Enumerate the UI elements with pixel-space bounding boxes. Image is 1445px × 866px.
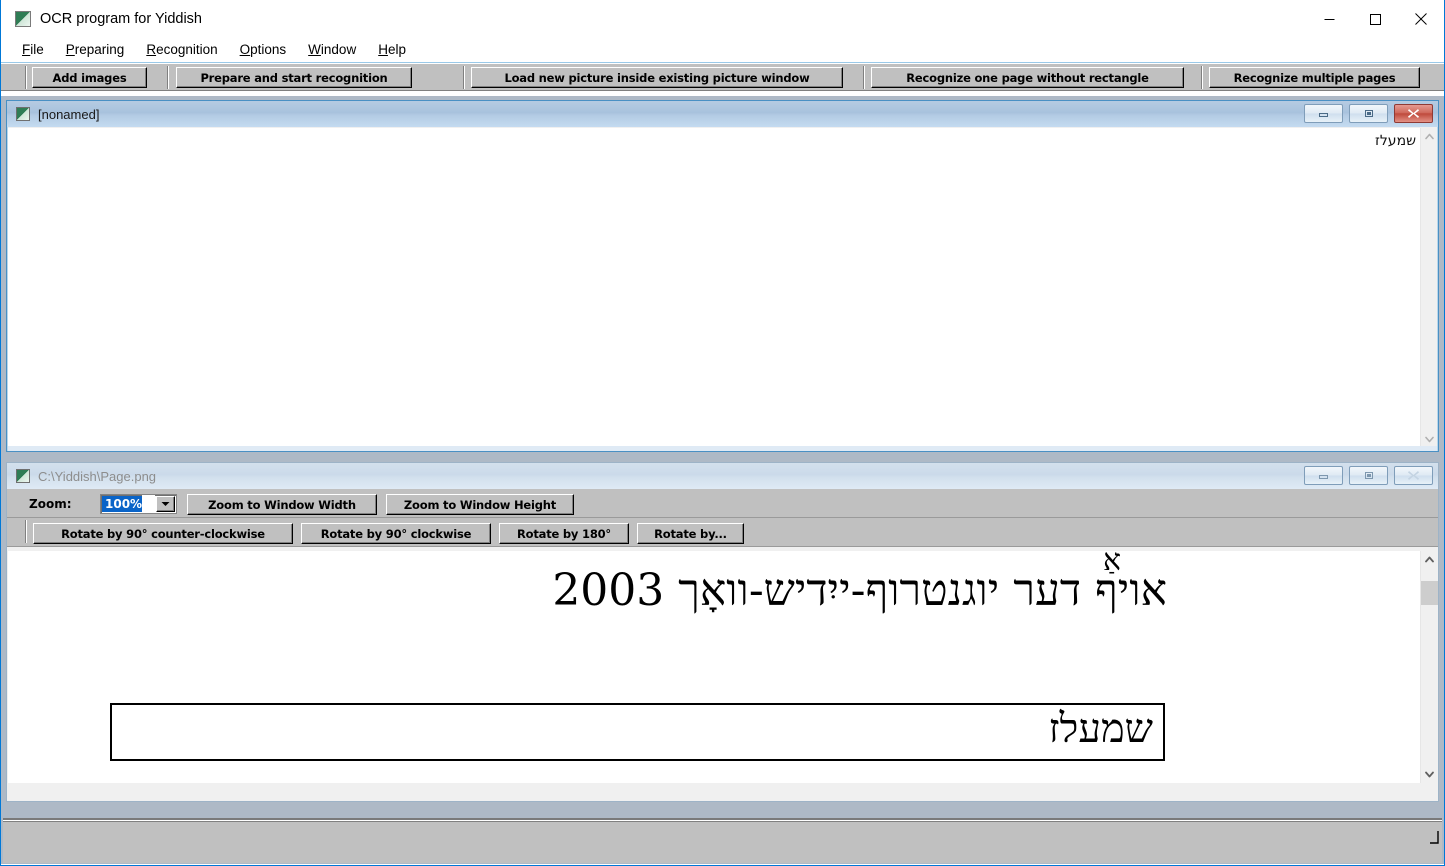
mdi-client-area: [nonamed] שמעלז C:\Yiddish\Page.png Zoom… (1, 96, 1444, 864)
menu-preparing-rest: reparing (74, 42, 125, 58)
text-result-window: [nonamed] שמעלז (6, 100, 1439, 452)
text-window-restore-button[interactable] (1349, 104, 1388, 123)
toolbar-separator (863, 66, 865, 89)
resize-grip[interactable] (1430, 831, 1440, 845)
menu-item-window[interactable]: Window (297, 43, 367, 57)
menu-item-preparing[interactable]: Preparing (55, 43, 136, 57)
toolbar-separator (25, 66, 27, 89)
menu-options-label: O (239, 42, 251, 58)
menu-help-rest: elp (387, 42, 406, 58)
zoom-toolbar: Zoom: 100% Zoom to Window Width Zoom to … (7, 489, 1438, 518)
toolbar-separator (463, 66, 465, 89)
maximize-button[interactable] (1352, 0, 1398, 38)
image-window-controls (1304, 466, 1433, 485)
zoom-combobox[interactable]: 100% (100, 494, 177, 514)
text-window-title-bar[interactable]: [nonamed] (7, 101, 1438, 127)
status-bar-divider (3, 818, 1442, 820)
image-window-restore-button[interactable] (1349, 466, 1388, 485)
menu-preparing-label: P (65, 42, 75, 58)
window-title: OCR program for Yiddish (40, 11, 202, 27)
recognize-multiple-pages-button[interactable]: Recognize multiple pages (1209, 67, 1420, 88)
scan-headline-text: אויף דער יוגנטרוף-ייִדיש-וואָך 2003 (552, 565, 1167, 616)
text-window-controls (1304, 104, 1433, 123)
menu-recognition-rest: ecognition (156, 42, 218, 58)
rotate-toolbar: Rotate by 90° counter-clockwise Rotate b… (7, 518, 1438, 547)
scroll-down-icon[interactable] (1421, 766, 1438, 783)
recognized-text-line: שמעלז (1375, 133, 1416, 149)
menu-item-options[interactable]: Options (229, 43, 298, 57)
rotate-by-custom-button[interactable]: Rotate by... (637, 523, 744, 544)
load-new-picture-button[interactable]: Load new picture inside existing picture… (471, 67, 843, 88)
toolbar-separator (1201, 66, 1203, 89)
add-images-button[interactable]: Add images (32, 67, 147, 88)
menu-file-rest: ile (30, 42, 44, 58)
recognized-text-area[interactable]: שמעלז (8, 128, 1422, 448)
application-window: OCR program for Yiddish File Preparing R… (0, 0, 1445, 866)
status-bar (3, 818, 1442, 863)
rotate-toolbar-separator (25, 520, 27, 543)
text-window-close-button[interactable] (1394, 104, 1433, 123)
image-window-minimize-button[interactable] (1304, 466, 1343, 485)
menu-recognition-label: R (146, 42, 157, 58)
recognize-one-page-button[interactable]: Recognize one page without rectangle (871, 67, 1184, 88)
selection-rectangle-text: שמעלז (1048, 706, 1153, 752)
zoom-value: 100% (102, 496, 143, 512)
zoom-combo-spacer (142, 495, 155, 513)
selection-rectangle[interactable]: שמעלז (110, 703, 1165, 761)
text-window-vertical-scrollbar[interactable] (1420, 128, 1437, 448)
prepare-and-start-recognition-button[interactable]: Prepare and start recognition (176, 67, 412, 88)
image-window-close-button[interactable] (1394, 466, 1433, 485)
scrollbar-thumb[interactable] (1421, 581, 1438, 605)
text-window-caption: [nonamed] (38, 106, 100, 122)
scroll-up-icon[interactable] (1421, 128, 1438, 145)
menu-item-help[interactable]: Help (367, 43, 417, 57)
menu-item-file[interactable]: File (11, 43, 55, 57)
document-icon (16, 107, 30, 121)
image-window-title-bar[interactable]: C:\Yiddish\Page.png (7, 463, 1438, 489)
zoom-to-window-height-button[interactable]: Zoom to Window Height (386, 494, 574, 515)
menu-options-rest: ptions (250, 42, 287, 58)
text-window-bottom-edge (8, 446, 1437, 451)
title-bar: OCR program for Yiddish (1, 0, 1444, 38)
menu-item-recognition[interactable]: Recognition (135, 43, 228, 57)
rotate-180-button[interactable]: Rotate by 180° (499, 523, 629, 544)
app-icon (15, 11, 31, 27)
rotate-90-counter-clockwise-button[interactable]: Rotate by 90° counter-clockwise (33, 523, 293, 544)
minimize-button[interactable] (1306, 0, 1352, 38)
menu-window-label: W (308, 42, 321, 58)
recognized-text-inner: שמעלז (1375, 133, 1416, 150)
text-window-minimize-button[interactable] (1304, 104, 1343, 123)
zoom-to-window-width-button[interactable]: Zoom to Window Width (187, 494, 377, 515)
main-toolbar: Add images Prepare and start recognition… (1, 63, 1444, 91)
menu-file-label: F (22, 42, 31, 58)
image-viewer-window: C:\Yiddish\Page.png Zoom: 100% Zoom to W… (6, 462, 1439, 802)
image-window-vertical-scrollbar[interactable] (1420, 551, 1438, 783)
image-window-caption: C:\Yiddish\Page.png (38, 468, 157, 484)
chevron-down-icon[interactable] (156, 496, 175, 512)
rotate-90-clockwise-button[interactable]: Rotate by 90° clockwise (301, 523, 491, 544)
menu-help-label: H (378, 42, 388, 58)
toolbar-separator (167, 66, 169, 89)
menu-bar: File Preparing Recognition Options Windo… (1, 38, 1444, 63)
scroll-up-icon[interactable] (1421, 551, 1438, 568)
scanned-page-canvas[interactable]: אַ אויף דער יוגנטרוף-ייִדיש-וואָך 2003 ש… (8, 551, 1422, 783)
picture-icon (16, 469, 30, 483)
close-button[interactable] (1398, 0, 1444, 38)
zoom-label: Zoom: (29, 497, 72, 511)
window-controls (1306, 0, 1444, 38)
menu-window-rest: indow (320, 42, 357, 58)
